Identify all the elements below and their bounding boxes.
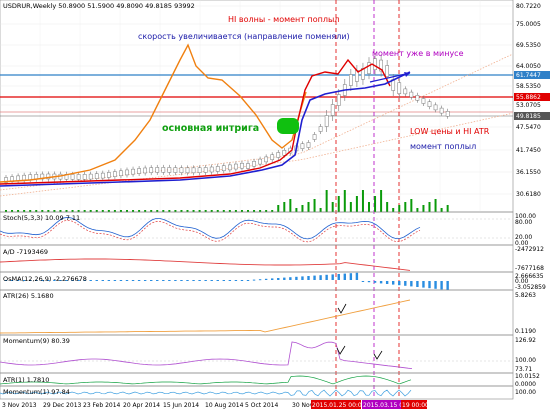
time-axis-label: 19 00:00 [402,402,429,409]
price-scale-label: 41.7450 [516,147,541,154]
time-axis-label: 29 Dec 2013 [43,402,82,409]
time-axis-label: 15 Jun 2014 [163,402,199,409]
time-axis-label: 23 Feb 2014 [83,402,121,409]
time-axis-label: 10 Aug 2014 [205,402,244,409]
price-scale-label: 64.0050 [516,63,541,70]
price-scale-label: 53.0705 [516,102,541,109]
atr26-label: ATR(26) 5.1680 [3,292,54,300]
svg-text:-3.052859: -3.052859 [515,284,546,291]
background [0,0,550,411]
annotation-moment-minus: момент уже в минусе [372,49,464,58]
svg-text:-7677168: -7677168 [515,265,544,272]
svg-text:0.1190: 0.1190 [515,328,536,335]
svg-text:61.7447: 61.7447 [516,72,541,79]
price-scale-label: 58.5350 [516,83,541,90]
price-tag-red: 55.8862 [514,93,550,101]
price-scale-label: 80.7220 [516,3,541,10]
symbol-header: USDRUR,Weekly 50.8900 51.5900 49.8090 49… [3,2,195,10]
svg-text:80.00: 80.00 [515,219,532,226]
ad-label: A/D -7193469 [3,248,48,256]
svg-text:10.0152: 10.0152 [515,373,540,380]
time-axis-label: 3 Nov 2013 [2,402,37,409]
time-axis-label: 20 Apr 2014 [123,402,160,409]
time-axis-label: 5 Oct 2014 [245,402,278,409]
price-tag-current: 49.8185 [514,112,550,120]
price-scale-label: 69.5350 [516,42,541,49]
time-axis-label: 2015.01.25 00:00 [312,402,366,409]
terminal-chart-window[interactable]: USDRUR,Weekly 50.8900 51.5900 49.8090 49… [0,0,550,411]
svg-text:5.8263: 5.8263 [515,292,536,299]
momentum9-label: Momentum(9) 80.39 [3,337,70,345]
svg-text:55.8862: 55.8862 [516,94,541,101]
price-scale-label: 30.6180 [516,191,541,198]
annotation-speed-increases: скорость увеличивается (направление поме… [138,32,350,41]
annotation-low-price: LOW цены и HI ATR [410,127,490,136]
annotation-moment-drift: момент поплыл [410,142,476,151]
atr1-label: ATR(1) 1.7810 [3,376,49,384]
intrigue-marker [277,118,299,134]
svg-text:0.0000: 0.0000 [515,381,536,388]
price-tag-blue: 61.7447 [514,71,550,79]
svg-text:49.8185: 49.8185 [516,113,541,120]
price-scale-label: 47.5470 [516,124,541,131]
annotation-main-intrigue: основная интрига [162,123,259,134]
stoch-label: Stoch(5,3,3) 10.09 7.11 [3,214,80,222]
price-scale-label: 36.1550 [516,169,541,176]
svg-text:100.00: 100.00 [515,357,536,364]
svg-text:100.00: 100.00 [515,389,536,396]
price-scale-label: 75.0005 [516,21,541,28]
momentum1-label: Momentum(1) 97.84 [3,388,70,396]
svg-text:126.92: 126.92 [515,337,536,344]
time-axis-label: 30 Nov [292,402,314,409]
svg-text:73.71: 73.71 [515,366,532,373]
annotation-hi-volatility: HI волны - момент поплыл [228,15,339,24]
svg-text:-2472912: -2472912 [515,246,544,253]
osma-label: OsMA(12,26,9) -2.276678 [3,275,87,283]
time-axis: 3 Nov 2013 29 Dec 2013 23 Feb 2014 20 Apr 2… [2,400,429,409]
